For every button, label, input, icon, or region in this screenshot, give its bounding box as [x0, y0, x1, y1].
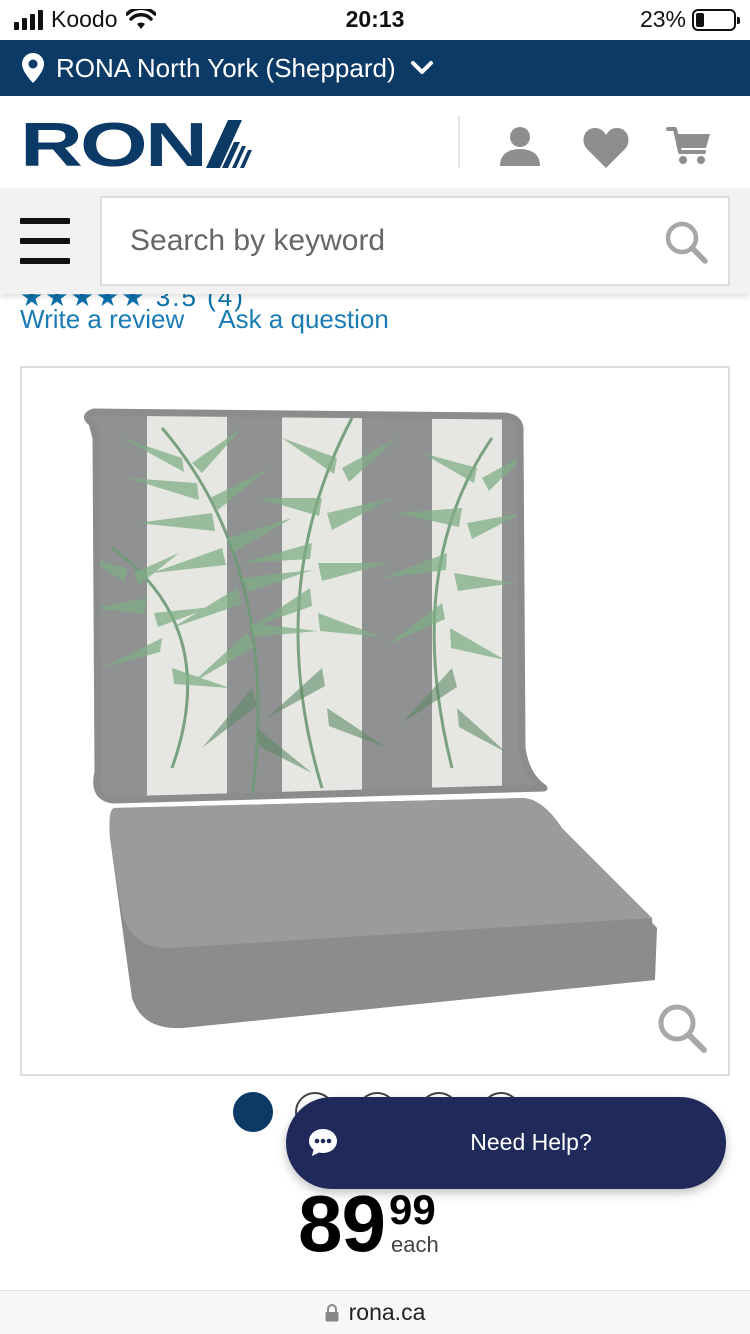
- product-image[interactable]: [20, 366, 730, 1076]
- chevron-down-icon: [410, 60, 434, 76]
- zoom-icon[interactable]: [656, 1002, 708, 1054]
- price-cents: 99: [388, 1186, 436, 1233]
- lock-icon: [325, 1303, 339, 1322]
- battery-icon: [692, 8, 740, 31]
- svg-text:RON: RON: [20, 118, 205, 170]
- need-help-button[interactable]: Need Help?: [286, 1097, 726, 1189]
- search-input[interactable]: [130, 198, 650, 284]
- store-name: RONA North York (Sheppard): [56, 52, 396, 83]
- url-domain: rona.ca: [348, 1299, 426, 1325]
- store-selector[interactable]: RONA North York (Sheppard): [0, 40, 750, 96]
- status-bar: Koodo 20:13 23%: [0, 0, 750, 40]
- carousel-dot[interactable]: [233, 1092, 273, 1132]
- account-icon[interactable]: [498, 126, 542, 166]
- product-price: 89 99 each: [298, 1180, 439, 1268]
- status-bar-right: 23%: [639, 6, 740, 33]
- price-unit: each: [390, 1232, 439, 1257]
- status-time: 20:13: [345, 6, 405, 32]
- need-help-label: Need Help?: [470, 1129, 592, 1155]
- price-dollars: 89: [298, 1179, 386, 1268]
- header-divider: [458, 116, 460, 168]
- product-photo: [84, 408, 657, 1029]
- site-header: RON: [0, 96, 750, 188]
- heart-icon[interactable]: [582, 126, 630, 168]
- hamburger-menu-icon[interactable]: [20, 218, 70, 264]
- search-box: [100, 196, 730, 286]
- location-pin-icon: [22, 53, 44, 83]
- cart-icon[interactable]: [666, 126, 712, 166]
- battery-percent: 23%: [639, 6, 686, 32]
- rona-logo[interactable]: RON: [20, 111, 252, 180]
- search-row: [0, 188, 750, 294]
- search-icon[interactable]: [664, 220, 708, 264]
- browser-url-bar[interactable]: rona.ca: [0, 1290, 750, 1334]
